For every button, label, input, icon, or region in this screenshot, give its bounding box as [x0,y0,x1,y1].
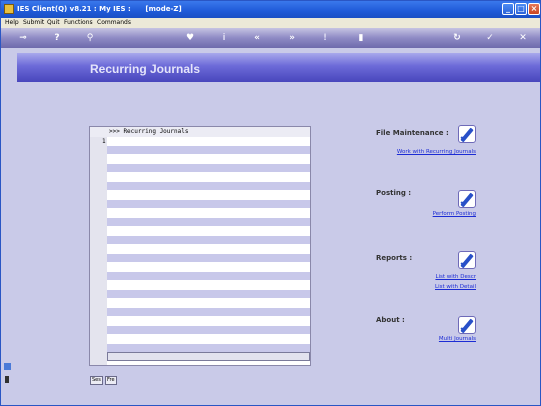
close-button[interactable]: × [528,3,540,15]
grid-row-stripe [107,236,310,244]
search-icon[interactable]: ⚲ [84,31,96,45]
side-handle-icon[interactable] [5,376,9,383]
grid-row-stripe [107,218,310,226]
mark-icon[interactable]: ! [319,31,331,45]
help-icon[interactable]: ? [51,31,63,45]
side-panel-icon[interactable] [4,363,11,370]
app-window: IES Client(Q) v8.21 : My IES : [mode-Z] … [0,0,541,406]
grid-row-stripe [107,164,310,172]
menu-bar: Help Submit Quit Functions Commands [1,18,540,28]
menu-submit[interactable]: Submit [23,18,44,28]
tab-fre[interactable]: Fre [105,376,117,385]
grid-row-stripe [107,344,310,352]
minimize-button[interactable]: _ [502,3,514,15]
grid-header-title: >>> Recurring Journals [109,128,189,135]
grid-row-stripe [107,272,310,280]
menu-quit[interactable]: Quit [47,18,60,28]
page-header: Recurring Journals [17,53,540,82]
document-icon[interactable]: ▮ [355,31,367,45]
perform-posting-link[interactable]: Perform Posting [433,211,476,217]
back-icon[interactable]: « [251,31,263,45]
grid-footer-bar [107,352,310,361]
journal-grid[interactable]: >>> Recurring Journals 1 [89,126,311,366]
work-with-recurring-journals-link[interactable]: Work with Recurring Journals [397,149,476,155]
reports-label: Reports : [376,254,413,262]
grid-row-stripe [107,254,310,262]
menu-functions[interactable]: Functions [64,18,93,28]
maximize-button[interactable]: □ [515,3,527,15]
grid-row-stripe [107,182,310,190]
file-maintenance-label: File Maintenance : [376,129,449,137]
app-icon [4,4,14,14]
menu-help[interactable]: Help [5,18,19,28]
window-title: IES Client(Q) v8.21 : My IES : [mode-Z] [17,5,182,13]
toolbar: ⊸ ? ⚲ ♥ i « » ! ▮ ↻ ✓ ✕ [1,28,540,48]
list-with-detail-link[interactable]: List with Detail [435,284,476,290]
grid-row-stripe [107,146,310,154]
favorite-icon[interactable]: ♥ [184,31,196,45]
ok-icon[interactable]: ✓ [484,31,496,45]
edit-icon[interactable] [458,190,476,208]
row-number: 1 [102,138,106,145]
edit-icon[interactable] [458,125,476,143]
page-title: Recurring Journals [90,62,201,76]
key-icon[interactable]: ⊸ [13,31,33,45]
grid-header: >>> Recurring Journals [90,127,310,137]
posting-label: Posting : [376,189,412,197]
edit-icon[interactable] [458,316,476,334]
grid-row-stripe [107,200,310,208]
about-label: About : [376,316,405,324]
row-gutter [90,137,107,365]
info-icon[interactable]: i [218,31,230,45]
multi-journals-link[interactable]: Multi Journals [439,336,476,342]
cancel-icon[interactable]: ✕ [517,31,529,45]
forward-icon[interactable]: » [286,31,298,45]
refresh-icon[interactable]: ↻ [451,31,463,45]
title-bar[interactable]: IES Client(Q) v8.21 : My IES : [mode-Z] … [1,1,540,18]
edit-icon[interactable] [458,251,476,269]
menu-commands[interactable]: Commands [97,18,131,28]
grid-row-stripe [107,308,310,316]
list-with-descr-link[interactable]: List with Descr [435,274,476,280]
tab-ses[interactable]: Ses [90,376,103,385]
grid-row-stripe [107,326,310,334]
grid-row-stripe [107,290,310,298]
